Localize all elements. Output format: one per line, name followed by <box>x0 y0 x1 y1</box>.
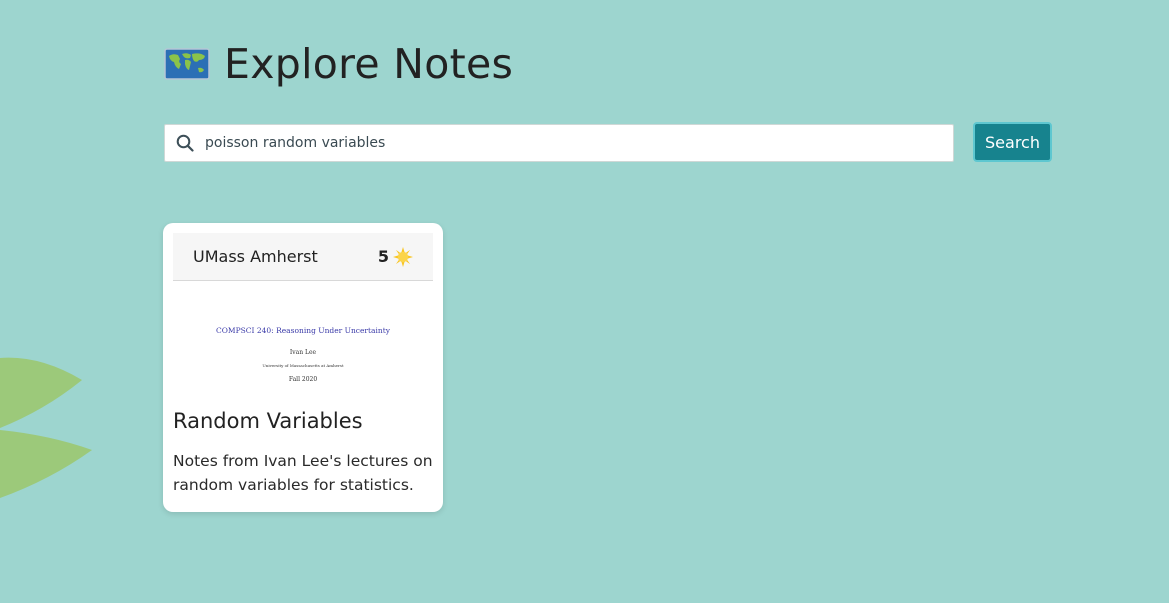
sun-icon <box>393 246 413 267</box>
preview-university: University of Massachusetts at Amherst <box>262 363 344 368</box>
search-input[interactable] <box>205 125 953 161</box>
search-bar[interactable] <box>164 124 954 162</box>
preview-course: COMPSCI 240: Reasoning Under Uncertainty <box>216 326 390 335</box>
world-map-icon <box>164 48 210 80</box>
card-description: Notes from Ivan Lee's lectures on random… <box>173 452 433 494</box>
leaf-decoration <box>0 357 92 498</box>
page-title: Explore Notes <box>224 40 514 88</box>
school-name: UMass Amherst <box>193 247 318 266</box>
rating-value: 5 <box>377 247 389 266</box>
search-button[interactable]: Search <box>973 122 1052 162</box>
rating: 5 <box>377 246 413 267</box>
preview-date: Fall 2020 <box>288 376 318 383</box>
preview-author: Ivan Lee <box>289 349 317 356</box>
card-title: Random Variables <box>173 409 363 433</box>
note-card[interactable]: UMass Amherst 5 COMPSCI 240: Reasoning U… <box>163 223 443 512</box>
search-icon <box>165 134 205 152</box>
card-header: UMass Amherst 5 <box>173 233 433 281</box>
note-preview: COMPSCI 240: Reasoning Under Uncertainty… <box>173 281 433 393</box>
page: Explore Notes Search UMass Amherst 5 <box>0 0 1169 603</box>
page-header: Explore Notes <box>164 40 513 88</box>
